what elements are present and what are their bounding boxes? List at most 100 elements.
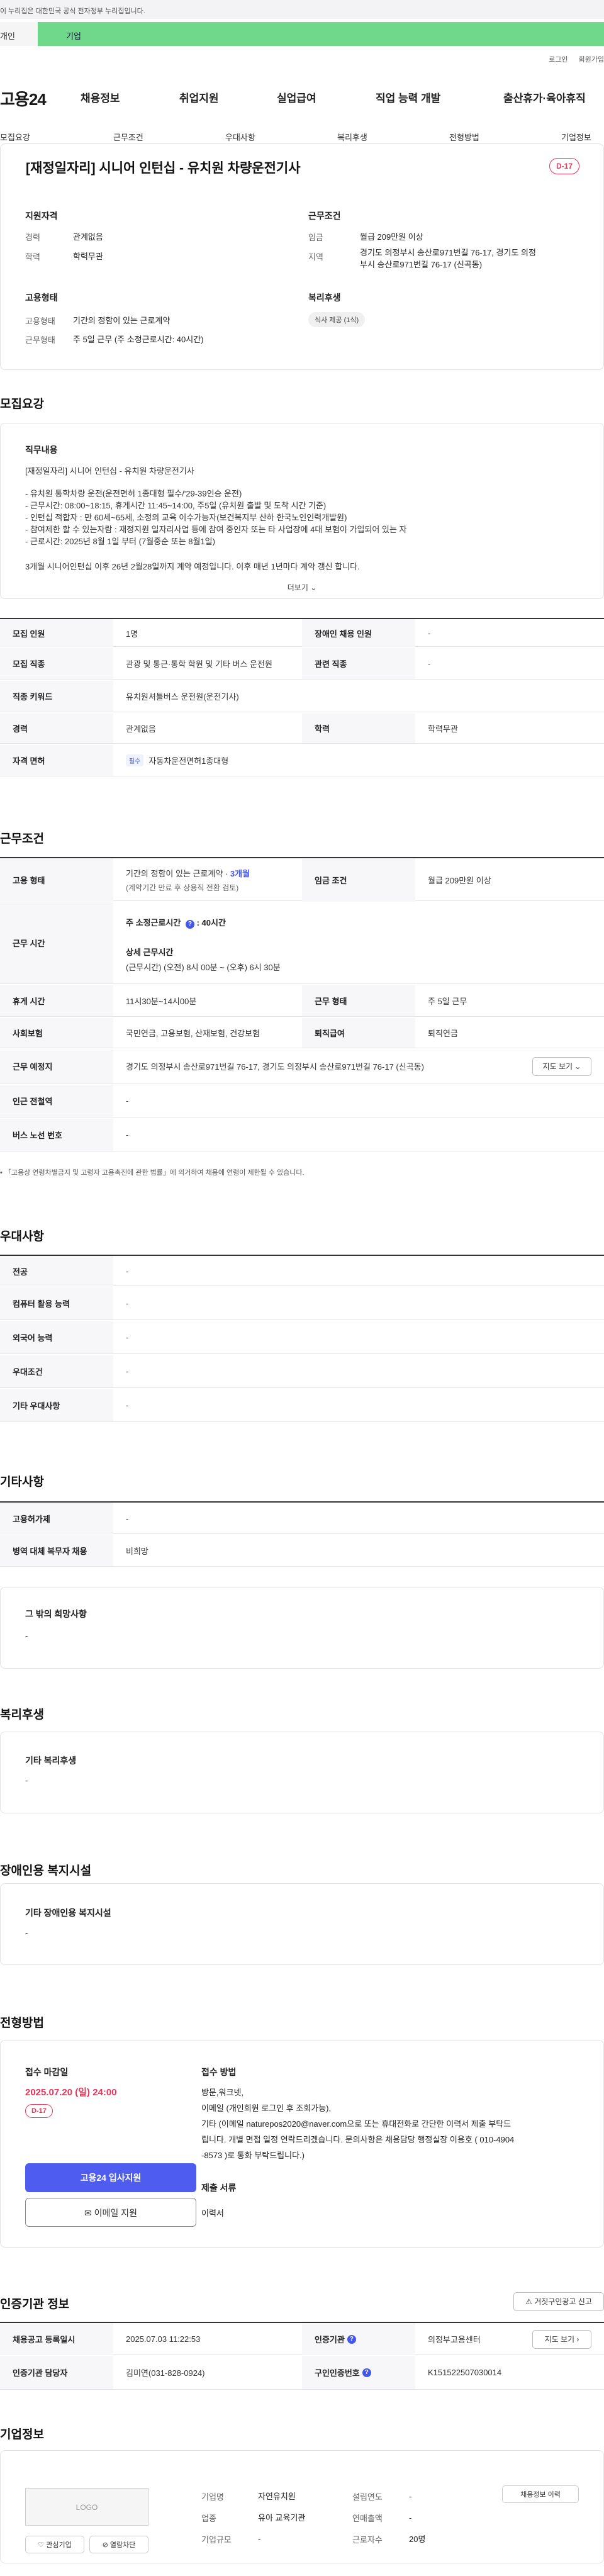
email-apply-button[interactable]: ✉ 이메일 지원: [25, 2198, 196, 2227]
tab-business[interactable]: 기업: [38, 22, 604, 46]
est-label: 설립연도: [352, 2492, 383, 2502]
break-label: 휴게 시간: [0, 985, 113, 1016]
job-history-button[interactable]: 채용정보 이력: [502, 2485, 579, 2503]
desc-line: - 참여제한 할 수 있는자람 : 재정지원 일자리사업 등에 참여 중인자 또…: [25, 525, 407, 534]
region-label: 지역: [308, 252, 323, 262]
email-apply-label: 이메일 지원: [94, 2208, 137, 2218]
info-icon[interactable]: ?: [185, 920, 194, 929]
deadline-value: 2025.07.20 (일) 24:00: [25, 2087, 117, 2098]
keyword-label: 직종 키워드: [0, 681, 113, 712]
edu-value: 학력무관: [73, 252, 103, 261]
etype-value-2: 기간의 정함이 있는 근로계약 ·: [126, 869, 230, 878]
region-value-1: 경기도 의정부시 송산로971번길 76-17, 경기도 의정: [360, 248, 536, 257]
info-icon[interactable]: ?: [347, 2334, 356, 2344]
welfare-sub-value: -: [25, 1776, 28, 1785]
table-row: 근무 시간 주 소정근로시간 ? : 40시간 상세 근무시간 (근무시간) (…: [0, 902, 604, 984]
age-note: • 「고용상 연령차별금지 및 고령자 고용촉진에 관한 법률」에 의거하여 채…: [0, 1169, 305, 1177]
region-value-2: 부시 송산로971번길 76-17 (신곡동): [360, 260, 483, 269]
wage-cond-value: 월급 209만원 이상: [428, 876, 491, 885]
tab-recruit[interactable]: 모집요강: [0, 131, 30, 143]
employee-value: 20명: [409, 2534, 426, 2544]
insurance-value: 국민연금, 고용보험, 산재보험, 건강보험: [126, 1029, 260, 1038]
bus-value: -: [126, 1130, 129, 1140]
table-row: 전공 -: [0, 1255, 604, 1287]
pref-etc-label: 기타 우대사항: [0, 1389, 113, 1421]
join-link[interactable]: 회원가입: [579, 56, 604, 64]
hours-main-value: : 40시간: [196, 918, 226, 927]
utility-links: 로그인 회원가입: [540, 54, 604, 64]
workcond-summary-heading: 근무조건: [308, 211, 341, 221]
tab-company[interactable]: 기업정보: [561, 131, 591, 143]
desc-line: [재정일자리] 시니어 인턴십 - 유치원 차량운전기사: [25, 466, 194, 476]
wage-label: 임금: [308, 233, 323, 242]
license-label: 자격 면허: [0, 745, 113, 776]
tab-preference[interactable]: 우대사항: [225, 131, 255, 143]
size-label: 기업규모: [201, 2535, 232, 2545]
size-value: -: [258, 2534, 261, 2544]
tab-selection[interactable]: 전형방법: [449, 131, 479, 143]
report-button-label: 거짓구인광고 신고: [534, 2297, 592, 2306]
table-row: 인근 전철역 -: [0, 1085, 604, 1117]
disabled-sub-value: -: [25, 1928, 28, 1937]
table-row: 직종 키워드 유치원셔틀버스 운전원(운전기사): [0, 681, 604, 712]
pref-major-value: -: [126, 1267, 129, 1276]
pref-language-value: -: [126, 1333, 129, 1342]
recruit-heading: 모집요강: [0, 398, 44, 411]
more-button[interactable]: 더보기 ⌄: [0, 582, 604, 593]
agency-map-button[interactable]: 지도 보기 ›: [532, 2330, 591, 2349]
table-row: 병역 대체 복무자 채용 비희망: [0, 1535, 604, 1567]
table-row: 고용 형태 기간의 정함이 있는 근로계약 · 3개월 (계약기간 만료 후 상…: [0, 857, 604, 902]
disabled-sub-heading: 기타 장애인용 복지시설: [25, 1908, 111, 1918]
pref-cond-label: 우대조건: [0, 1355, 113, 1387]
gnb-menu-unemployment-benefit[interactable]: 실업급여: [277, 89, 316, 105]
report-button[interactable]: ⚠ 거짓구인광고 신고: [513, 2292, 604, 2311]
wform-label: 근무형태: [25, 335, 55, 345]
sales-label: 연매출액: [352, 2514, 383, 2523]
info-icon[interactable]: ?: [362, 2368, 371, 2377]
break-value: 11시30분~14시00분: [126, 997, 197, 1006]
license-value: 자동차운전면허1종대형: [148, 756, 229, 766]
block-label: 열람차단: [109, 2541, 136, 2549]
other-wish-card: [0, 1587, 604, 1669]
chevron-right-icon: ›: [576, 2335, 579, 2344]
eps-label: 고용허가제: [0, 1503, 113, 1535]
tab-person[interactable]: 개인: [0, 22, 38, 46]
welfare-sub-heading: 기타 복리후생: [25, 1756, 77, 1766]
welfare-summary-heading: 복리후생: [308, 293, 341, 303]
apply-button[interactable]: 고용24 입사지원: [25, 2163, 196, 2192]
desc-line: - 인턴십 적합자 : 만 60세~65세, 소정의 교육 이수가능자(보건복지…: [25, 513, 347, 522]
gnb-menu-jobs[interactable]: 채용정보: [81, 89, 120, 105]
gnb-menu-employment-support[interactable]: 취업지원: [179, 89, 219, 105]
hours-detail-heading: 상세 근무시간: [126, 948, 174, 957]
favorite-button[interactable]: ♡ 관심기업: [25, 2536, 84, 2553]
method-line: 립니다. 개별 면접 일정 연락드리겠습니다. 문의사항은 채용담당 행정실장 …: [201, 2135, 515, 2144]
wform-value: 주 5일 근무 (주 소정근로시간: 40시간): [73, 335, 204, 344]
site-logo[interactable]: 고용24: [0, 87, 47, 110]
desc-line: - 근로시간: 2025년 8월 1일 부터 (7월중순 또는 8월1일): [25, 537, 215, 546]
gnb-menu-skill-development[interactable]: 직업 능력 개발: [376, 89, 440, 105]
map-button[interactable]: 지도 보기 ⌄: [532, 1057, 591, 1076]
reg-date-value: 2025.07.03 11:22:53: [126, 2334, 201, 2344]
global-nav: 고용24 채용정보 취업지원 실업급여 직업 능력 개발 출산휴가·육아휴직: [0, 76, 604, 110]
more-label: 더보기: [287, 583, 308, 592]
tab-welfare[interactable]: 복리후생: [337, 131, 367, 143]
est-value: -: [409, 2492, 412, 2501]
login-link[interactable]: 로그인: [549, 56, 568, 64]
chevron-down-icon: ⌄: [574, 1062, 581, 1071]
other-wish-value: -: [25, 1631, 28, 1640]
gnb-menu-parental-leave[interactable]: 출산휴가·육아휴직: [503, 89, 586, 105]
place-label: 근무 예정지: [0, 1050, 113, 1083]
pref-cond-value: -: [126, 1367, 129, 1376]
table-row: 채용공고 등록일시 2025.07.03 11:22:53 인증기관? 의정부고…: [0, 2322, 604, 2355]
place-value: 경기도 의정부시 송산로971번길 76-17, 경기도 의정부시 송산로971…: [126, 1062, 424, 1072]
job-title: [재정일자리] 시니어 인턴십 - 유치원 차량운전기사: [26, 161, 301, 176]
disabled-count-label: 장애인 채용 인원: [302, 619, 415, 647]
table-row: 사회보험 국민연금, 고용보험, 산재보험, 건강보험 퇴직급여 퇴직연금: [0, 1018, 604, 1048]
tab-workcond[interactable]: 근무조건: [113, 131, 143, 143]
selection-heading: 전형방법: [0, 2017, 44, 2030]
keyword-value: 유치원셔틀버스 운전원(운전기사): [126, 692, 239, 702]
cert-num-label: 구인인증번호?: [302, 2356, 415, 2389]
block-button[interactable]: ⊘ 열람차단: [89, 2536, 148, 2553]
table-row: 우대조건 -: [0, 1355, 604, 1388]
industry-label: 업종: [201, 2514, 216, 2523]
